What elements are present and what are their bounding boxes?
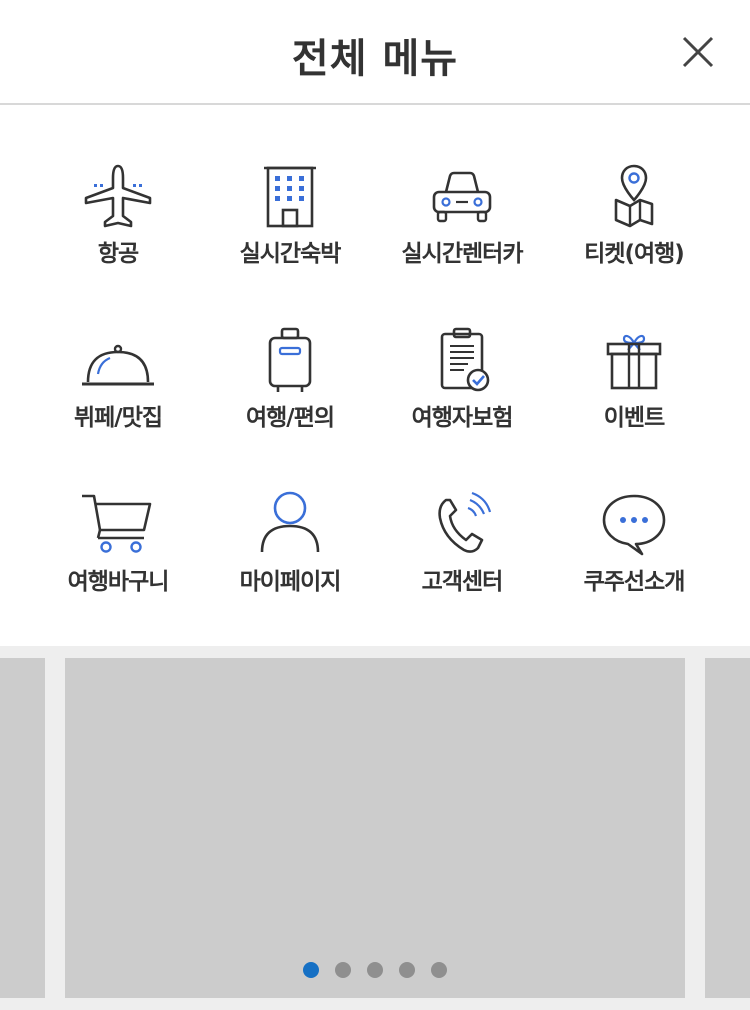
banner-slide-next[interactable]	[705, 658, 750, 998]
menu-grid: 항공 실시간숙박 실시간렌터카 티켓(여행) 뷔페/맛집 여행/편의 여행자보험…	[0, 105, 750, 646]
car-icon	[422, 162, 502, 232]
menu-item-label: 실시간숙박	[239, 241, 342, 267]
suitcase-icon	[250, 326, 330, 396]
close-button[interactable]	[672, 30, 722, 76]
menu-item-travel-goods[interactable]: 여행/편의	[200, 326, 380, 476]
menu-item-hotel[interactable]: 실시간숙박	[200, 162, 380, 312]
page-title: 전체 메뉴	[291, 36, 459, 82]
clipboard-check-icon	[422, 326, 502, 396]
carousel-pagination	[0, 962, 750, 978]
menu-item-about[interactable]: 쿠주선소개	[544, 490, 724, 640]
menu-item-insurance[interactable]: 여행자보험	[372, 326, 552, 476]
menu-item-label: 이벤트	[603, 405, 665, 431]
menu-item-label: 고객센터	[421, 569, 504, 595]
map-pin-icon	[594, 162, 674, 232]
menu-item-ticket[interactable]: 티켓(여행)	[544, 162, 724, 312]
banner-slide-prev[interactable]	[0, 658, 45, 998]
airplane-icon	[78, 162, 158, 232]
phone-icon	[422, 490, 502, 560]
menu-item-label: 여행/편의	[245, 405, 335, 431]
menu-item-event[interactable]: 이벤트	[544, 326, 724, 476]
header: 전체 메뉴	[0, 0, 750, 105]
banner-slide[interactable]	[65, 658, 685, 998]
gift-icon	[594, 326, 674, 396]
menu-item-rentcar[interactable]: 실시간렌터카	[372, 162, 552, 312]
menu-item-label: 여행자보험	[411, 405, 514, 431]
menu-item-mypage[interactable]: 마이페이지	[200, 490, 380, 640]
menu-item-label: 티켓(여행)	[584, 241, 685, 267]
menu-item-flight[interactable]: 항공	[28, 162, 208, 312]
carousel-dot[interactable]	[431, 962, 447, 978]
carousel-dot[interactable]	[303, 962, 319, 978]
person-icon	[250, 490, 330, 560]
cart-icon	[78, 490, 158, 560]
carousel-dot[interactable]	[367, 962, 383, 978]
banner-carousel[interactable]	[0, 646, 750, 1010]
carousel-dot[interactable]	[399, 962, 415, 978]
menu-item-buffet[interactable]: 뷔페/맛집	[28, 326, 208, 476]
menu-item-label: 쿠주선소개	[583, 569, 686, 595]
menu-item-label: 항공	[97, 241, 139, 267]
menu-item-label: 마이페이지	[239, 569, 342, 595]
close-icon	[682, 36, 714, 68]
menu-item-cart[interactable]: 여행바구니	[28, 490, 208, 640]
hotel-building-icon	[250, 162, 330, 232]
menu-item-label: 뷔페/맛집	[73, 405, 163, 431]
cloche-icon	[78, 326, 158, 396]
carousel-dot[interactable]	[335, 962, 351, 978]
menu-item-label: 여행바구니	[67, 569, 170, 595]
menu-item-customer-center[interactable]: 고객센터	[372, 490, 552, 640]
menu-item-label: 실시간렌터카	[401, 241, 524, 267]
chat-bubble-icon	[594, 490, 674, 560]
